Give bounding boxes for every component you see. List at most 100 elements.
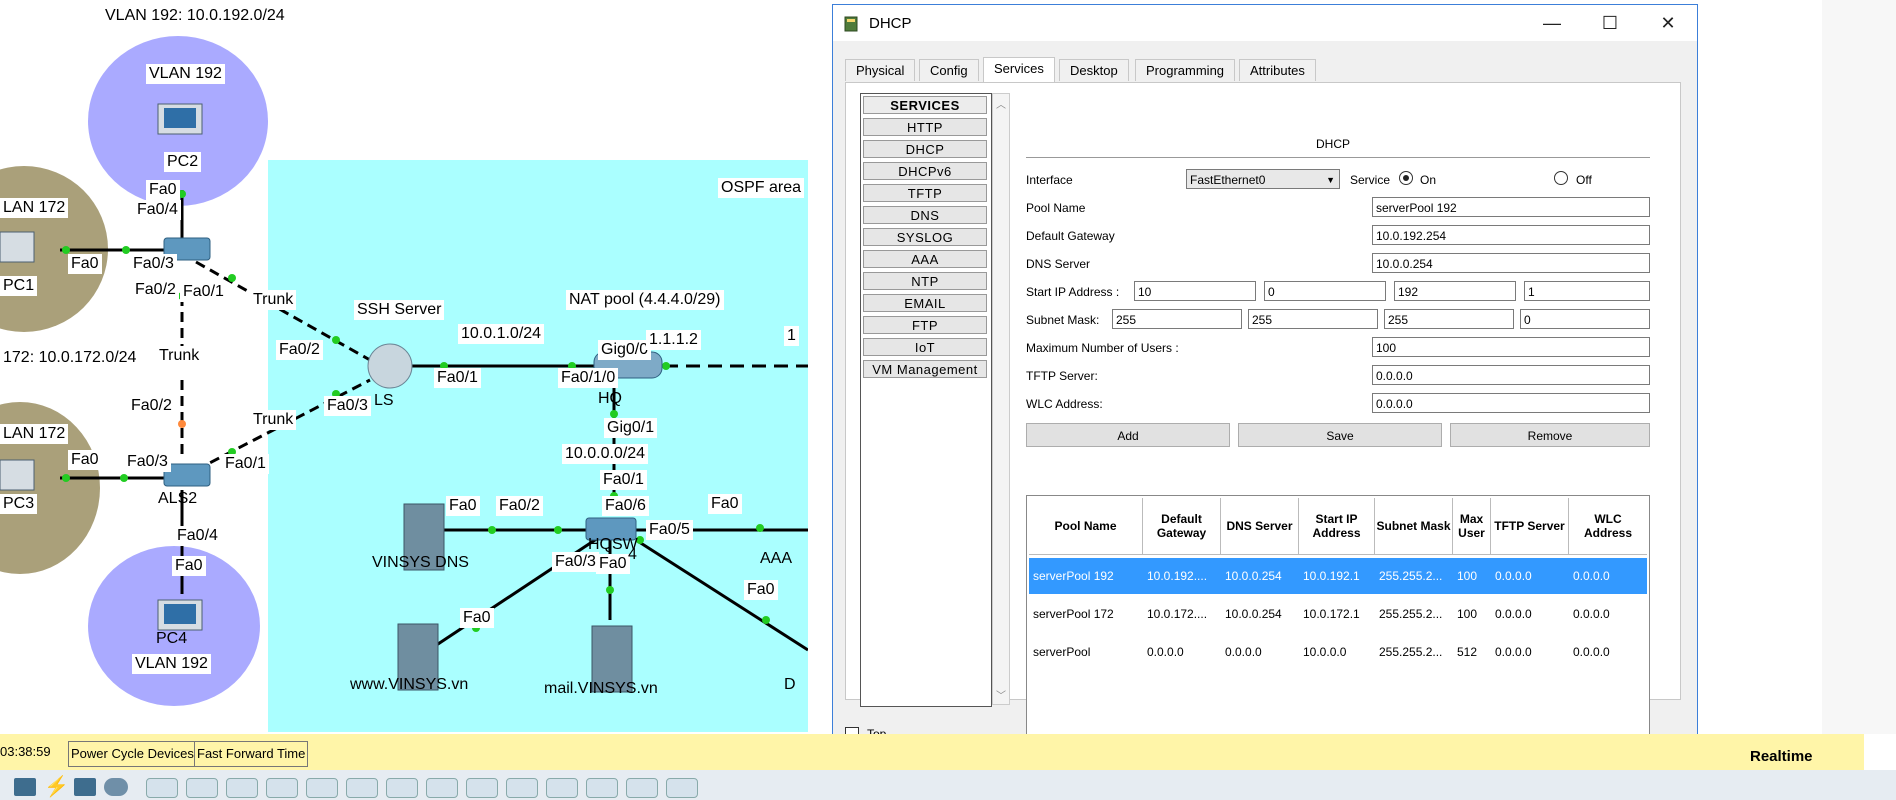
subnet-mask-octet-4[interactable]: 0: [1520, 309, 1650, 329]
device-icon[interactable]: [666, 778, 698, 798]
cell-max-user: 100: [1457, 607, 1478, 621]
realtime-mode-label[interactable]: Realtime: [1750, 748, 1813, 765]
tab-physical[interactable]: Physical: [845, 59, 916, 81]
scroll-up-icon[interactable]: ︿: [996, 96, 1006, 111]
device-icon[interactable]: [186, 778, 218, 798]
save-button[interactable]: Save: [1238, 423, 1442, 447]
device-icon[interactable]: [386, 778, 418, 798]
label-fa0-d: Fa0: [744, 580, 778, 600]
window-titlebar[interactable]: DHCP — ☐ ✕: [833, 5, 1697, 41]
topology-workspace[interactable]: VLAN 192: 10.0.192.0/24 VLAN 192 PC2 Fa0…: [0, 0, 808, 732]
label-pc4: PC4: [156, 630, 188, 647]
device-icon[interactable]: [506, 778, 538, 798]
cell-tftp-server: 0.0.0.0: [1495, 607, 1532, 621]
device-icon[interactable]: [266, 778, 298, 798]
service-item-dns[interactable]: DNS: [863, 206, 987, 224]
add-button[interactable]: Add: [1026, 423, 1230, 447]
label-four: 4: [628, 546, 637, 563]
remove-button[interactable]: Remove: [1450, 423, 1650, 447]
device-icon[interactable]: [226, 778, 258, 798]
service-item-tftp[interactable]: TFTP: [863, 184, 987, 202]
start-ip-octet-3[interactable]: 192: [1394, 281, 1516, 301]
minimize-button[interactable]: —: [1523, 5, 1581, 41]
end-devices-icon[interactable]: [74, 778, 96, 796]
label-trunk-top: Trunk: [250, 290, 297, 310]
start-ip-octet-1[interactable]: 10: [1134, 281, 1256, 301]
service-item-dhcp[interactable]: DHCP: [863, 140, 987, 158]
tab-programming[interactable]: Programming: [1135, 59, 1236, 81]
label-fa03-als2: Fa0/3: [124, 452, 171, 472]
pool-table: Pool Name Default Gateway DNS Server Sta…: [1026, 495, 1650, 759]
max-users-input[interactable]: 100: [1372, 337, 1650, 357]
device-icon[interactable]: [146, 778, 178, 798]
scroll-down-icon[interactable]: ﹀: [996, 687, 1006, 702]
device-icon[interactable]: [346, 778, 378, 798]
service-item-email[interactable]: EMAIL: [863, 294, 987, 312]
tab-config[interactable]: Config: [919, 59, 979, 81]
service-on-label: On: [1420, 173, 1437, 187]
label-ssh-server: SSH Server: [354, 300, 445, 320]
tab-services[interactable]: Services: [983, 57, 1055, 83]
fast-forward-time-button[interactable]: Fast Forward Time: [194, 741, 309, 767]
device-icon[interactable]: [426, 778, 458, 798]
label-hq: HQ: [598, 390, 622, 407]
tab-attributes[interactable]: Attributes: [1239, 59, 1316, 81]
label-fa0-aaa: Fa0: [708, 494, 742, 514]
table-row[interactable]: serverPool 0.0.0.0 0.0.0.0 10.0.0.0 255.…: [1029, 634, 1647, 670]
network-devices-icon[interactable]: [14, 778, 36, 796]
power-cycle-devices-button[interactable]: Power Cycle Devices: [68, 741, 197, 767]
cell-subnet-mask: 255.255.2...: [1379, 569, 1443, 583]
label-vlan172-network: 172: 10.0.172.0/24: [0, 348, 140, 368]
service-on-radio[interactable]: [1399, 171, 1413, 185]
start-ip-octet-4[interactable]: 1: [1524, 281, 1650, 301]
pool-name-input[interactable]: serverPool 192: [1372, 197, 1650, 217]
label-trunk-bottom: Trunk: [250, 410, 297, 430]
service-item-http[interactable]: HTTP: [863, 118, 987, 136]
label-fa01-als2: Fa0/1: [222, 454, 269, 474]
device-icon[interactable]: [306, 778, 338, 798]
label-www: www.VINSYS.vn: [350, 676, 469, 693]
dns-server-input[interactable]: 10.0.0.254: [1372, 253, 1650, 273]
label-fa02-ls: Fa0/2: [276, 340, 323, 360]
maximize-button[interactable]: ☐: [1581, 5, 1639, 41]
default-gateway-input[interactable]: 10.0.192.254: [1372, 225, 1650, 245]
subnet-mask-octet-1[interactable]: 255: [1112, 309, 1242, 329]
service-item-dhcpv6[interactable]: DHCPv6: [863, 162, 987, 180]
service-item-aaa[interactable]: AAA: [863, 250, 987, 268]
lightning-icon[interactable]: ⚡: [44, 774, 69, 799]
pool-name-label: Pool Name: [1026, 201, 1086, 215]
label-ospf-area: OSPF area: [718, 178, 805, 198]
service-item-syslog[interactable]: SYSLOG: [863, 228, 987, 246]
device-icon[interactable]: [466, 778, 498, 798]
tab-desktop[interactable]: Desktop: [1059, 59, 1129, 81]
device-icon[interactable]: [586, 778, 618, 798]
device-icon[interactable]: [626, 778, 658, 798]
device-icon[interactable]: [546, 778, 578, 798]
subnet-mask-octet-2[interactable]: 255: [1248, 309, 1378, 329]
cloud-icon[interactable]: [104, 778, 128, 796]
table-row[interactable]: serverPool 192 10.0.192.... 10.0.0.254 1…: [1029, 558, 1647, 594]
close-button[interactable]: ✕: [1639, 5, 1697, 41]
cell-dns-server: 10.0.0.254: [1225, 569, 1282, 583]
services-scrollbar[interactable]: ︿ ﹀: [992, 93, 1010, 705]
table-row[interactable]: serverPool 172 10.0.172.... 10.0.0.254 1…: [1029, 596, 1647, 632]
label-vlan192-bottom: VLAN 192: [132, 654, 211, 674]
service-item-ntp[interactable]: NTP: [863, 272, 987, 290]
service-off-radio[interactable]: [1554, 171, 1568, 185]
cell-default-gateway: 10.0.192....: [1147, 569, 1208, 583]
start-ip-octet-2[interactable]: 0: [1264, 281, 1386, 301]
service-item-iot[interactable]: IoT: [863, 338, 987, 356]
service-item-ftp[interactable]: FTP: [863, 316, 987, 334]
label-fa0-pc3: Fa0: [68, 450, 102, 470]
interface-select[interactable]: FastEthernet0 ▼: [1186, 169, 1340, 189]
label-pc2: PC2: [164, 152, 202, 172]
col-header-dns-server: DNS Server: [1221, 498, 1299, 554]
wlc-address-input[interactable]: 0.0.0.0: [1372, 393, 1650, 413]
cell-max-user: 512: [1457, 645, 1478, 659]
service-item-vm-management[interactable]: VM Management: [863, 360, 987, 378]
tftp-server-input[interactable]: 0.0.0.0: [1372, 365, 1650, 385]
subnet-mask-octet-3[interactable]: 255: [1384, 309, 1514, 329]
label-fa02-als1: Fa0/2: [132, 280, 179, 300]
right-toolbar-strip: [1822, 0, 1896, 734]
label-fa0-www: Fa0: [460, 608, 494, 628]
